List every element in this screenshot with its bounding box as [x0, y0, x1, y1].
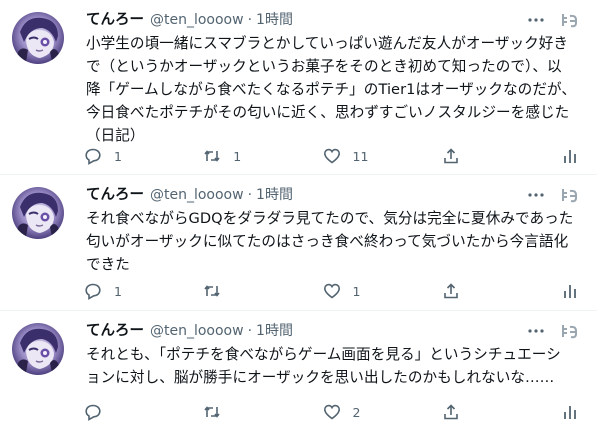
heart-icon	[323, 283, 340, 299]
tweet-text-line: 匂いがオーザックに似てたのはさっき食べ終わって気づいたから今言語化	[86, 233, 569, 250]
reply-button[interactable]: 1	[84, 282, 184, 300]
reply-bubble-icon	[85, 148, 101, 165]
reply-button[interactable]	[84, 403, 184, 421]
like-button[interactable]: 2	[323, 403, 423, 421]
share-button[interactable]	[442, 403, 542, 421]
more-dots-icon[interactable]	[527, 186, 545, 204]
tweetdeck-tg-icon[interactable]	[561, 186, 579, 204]
tweet-actions: 1 1 11	[84, 146, 579, 166]
tweet-text-line: ョンに対し、脳が勝手にオーザックを思い出したのかもしれないな……	[86, 369, 555, 386]
separator-dot: ·	[247, 187, 253, 203]
reply-bubble-icon	[85, 404, 101, 421]
retweet-icon	[204, 150, 220, 162]
tweet-text-line: 小学生の頃一緒にスマブラとかしていっぱい遊んだ友人がオーザック好き	[86, 35, 569, 52]
tweet[interactable]: てんろー @ten_loooow · 1時間 それ食べながらGDQをダラダラ見て…	[0, 175, 597, 311]
like-count: 1	[352, 283, 361, 299]
display-name[interactable]: てんろー	[86, 185, 144, 205]
user-handle[interactable]: @ten_loooow	[150, 185, 244, 205]
reply-button[interactable]: 1	[84, 147, 184, 165]
share-upload-icon	[443, 148, 458, 164]
retweet-button[interactable]: 1	[203, 147, 303, 165]
tweet-text-line: 今日食べたポテチがその匂いに近く、思わずすごいノスタルジーを感じた	[86, 104, 570, 121]
avatar[interactable]	[12, 187, 64, 239]
retweet-button[interactable]	[203, 282, 303, 300]
avatar-illustration	[16, 328, 62, 373]
share-button[interactable]	[442, 282, 542, 300]
reply-bubble-icon	[85, 283, 101, 300]
user-handle[interactable]: @ten_loooow	[150, 321, 244, 341]
tweet-text-line: それ食べながらGDQをダラダラ見てたので、気分は完全に夏休みであった	[86, 210, 574, 227]
tweet[interactable]: てんろー @ten_loooow · 1時間 それとも、「ポテチを食べながらゲー…	[0, 311, 597, 433]
reply-count: 1	[114, 148, 122, 164]
user-handle[interactable]: @ten_loooow	[150, 10, 244, 30]
share-upload-icon	[443, 283, 458, 299]
tweet-text: 小学生の頃一緒にスマブラとかしていっぱい遊んだ友人がオーザック好き で（というか…	[86, 32, 585, 147]
timestamp[interactable]: 1時間	[256, 321, 293, 341]
tweet-header: てんろー @ten_loooow · 1時間	[86, 185, 585, 205]
avatar-illustration	[16, 192, 62, 237]
like-button[interactable]: 11	[323, 147, 423, 165]
retweet-icon	[204, 285, 220, 297]
tweet-header: てんろー @ten_loooow · 1時間	[86, 10, 585, 30]
display-name[interactable]: てんろー	[86, 10, 144, 30]
retweet-button[interactable]	[203, 403, 303, 421]
avatar[interactable]	[12, 323, 64, 375]
tweet-actions: 1 1	[84, 281, 579, 301]
separator-dot: ·	[247, 323, 253, 339]
tweet-text: それとも、「ポテチを食べながらゲーム画面を見る」というシチュエーシ ョンに対し、…	[86, 343, 585, 389]
display-name[interactable]: てんろー	[86, 321, 144, 341]
analytics-button[interactable]	[561, 282, 579, 300]
timestamp[interactable]: 1時間	[256, 10, 293, 30]
analytics-icon	[564, 285, 576, 298]
analytics-icon	[564, 150, 576, 163]
tweet-actions: 2	[84, 402, 579, 422]
retweet-icon	[204, 406, 220, 418]
share-button[interactable]	[442, 147, 542, 165]
heart-icon	[323, 404, 340, 420]
analytics-button[interactable]	[561, 147, 579, 165]
tweet[interactable]: てんろー @ten_loooow · 1時間 小学生の頃一緒にスマブラとかしてい…	[0, 0, 597, 175]
tweet-text-line: （日記）	[86, 127, 145, 144]
like-count: 2	[352, 404, 361, 420]
separator-dot: ·	[247, 12, 253, 28]
more-dots-icon[interactable]	[527, 322, 545, 340]
share-upload-icon	[443, 404, 458, 420]
more-dots-icon[interactable]	[527, 11, 545, 29]
avatar-illustration	[16, 17, 62, 62]
tweet-text-line: で（というかオーザックというお菓子をそのとき初めて知ったので）、以	[86, 58, 562, 75]
analytics-icon	[564, 406, 576, 419]
tweet-text-line: 降「ゲームしながら食べたくなるポテチ」のTier1はオーザックなのだが、	[86, 81, 576, 98]
like-button[interactable]: 1	[323, 282, 423, 300]
timeline: てんろー @ten_loooow · 1時間 小学生の頃一緒にスマブラとかしてい…	[0, 0, 597, 433]
analytics-button[interactable]	[561, 403, 579, 421]
tweetdeck-tg-icon[interactable]	[561, 322, 579, 340]
timestamp[interactable]: 1時間	[256, 185, 293, 205]
like-count: 11	[352, 148, 369, 164]
heart-icon	[323, 148, 340, 164]
avatar[interactable]	[12, 12, 64, 64]
tweet-text-line: できた	[86, 256, 130, 273]
tweet-header: てんろー @ten_loooow · 1時間	[86, 321, 585, 341]
reply-count: 1	[114, 283, 122, 299]
tweet-text: それ食べながらGDQをダラダラ見てたので、気分は完全に夏休みであった 匂いがオー…	[86, 207, 585, 276]
retweet-count: 1	[233, 148, 242, 164]
tweet-text-line: それとも、「ポテチを食べながらゲーム画面を見る」というシチュエーシ	[86, 346, 561, 363]
tweetdeck-tg-icon[interactable]	[561, 11, 579, 29]
